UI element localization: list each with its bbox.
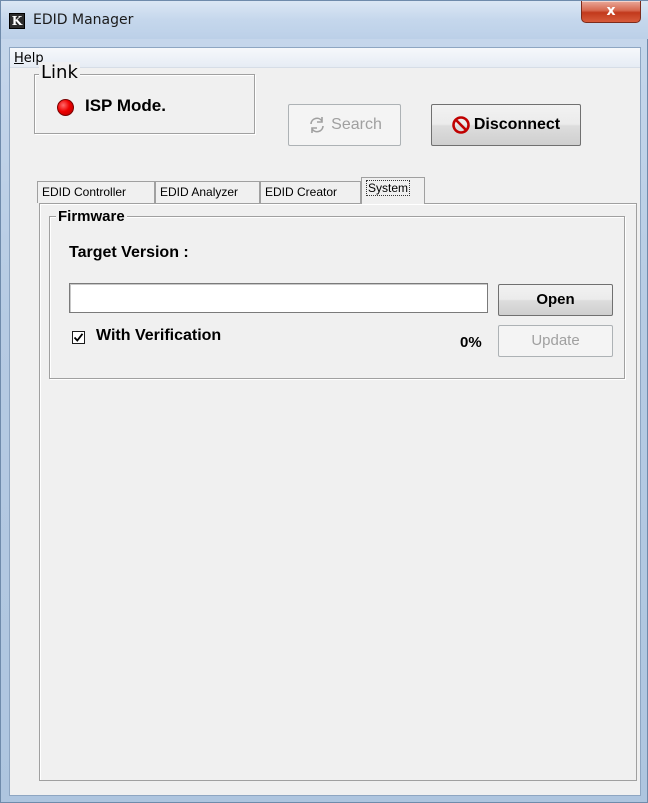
search-button-label: Search [331,116,382,133]
checkmark-icon [73,333,84,342]
firmware-legend: Firmware [56,208,127,225]
app-window: K EDID Manager x Help Link ISP Mode. Sea… [0,0,648,803]
open-button[interactable]: Open [498,284,613,316]
link-group: Link ISP Mode. [34,62,255,134]
status-led-icon [57,99,74,116]
link-legend: Link [39,62,80,83]
progress-percent: 0% [460,334,482,351]
tab-system-label: System [366,180,411,196]
search-button[interactable]: Search [288,104,401,146]
target-version-label: Target Version : [69,244,189,261]
close-button[interactable]: x [581,1,641,23]
menu-bar: Help [10,48,640,68]
app-logo-icon: K [9,13,25,29]
tab-edid-controller[interactable]: EDID Controller [37,181,155,203]
menu-help-mnemonic: H [14,51,24,66]
link-status-text: ISP Mode. [85,96,166,115]
tab-edid-analyzer[interactable]: EDID Analyzer [155,181,260,203]
firmware-path-input[interactable] [69,283,488,313]
tab-system[interactable]: System [361,177,425,204]
tab-edid-creator[interactable]: EDID Creator [260,181,361,203]
refresh-icon [310,116,324,133]
update-button[interactable]: Update [498,325,613,357]
title-bar[interactable]: K EDID Manager x [1,1,648,39]
verification-checkbox[interactable] [72,331,85,344]
window-title: EDID Manager [33,12,134,28]
disconnect-button-label: Disconnect [473,116,561,133]
verification-label[interactable]: With Verification [96,327,221,345]
no-entry-icon [452,115,470,134]
disconnect-button[interactable]: Disconnect [431,104,581,146]
